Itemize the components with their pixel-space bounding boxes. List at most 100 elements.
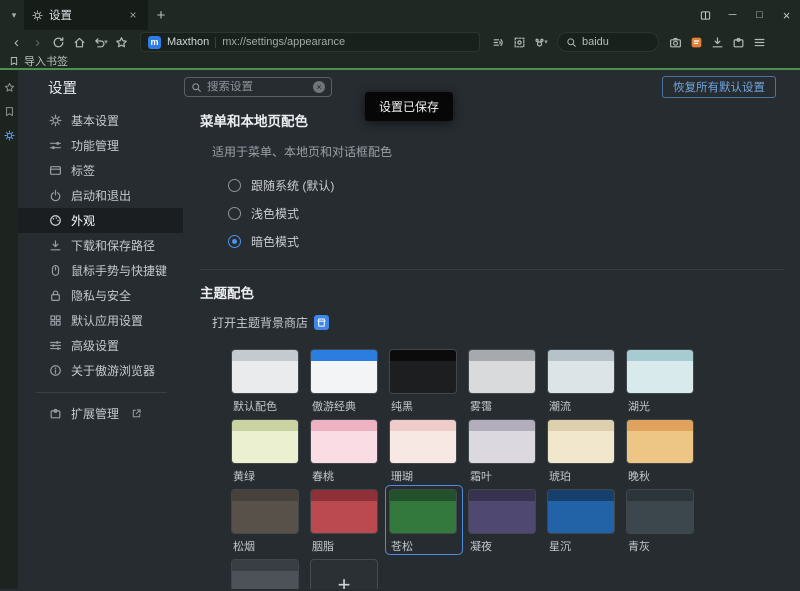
theme-card[interactable]: 晚秋 — [622, 415, 700, 485]
sidebar-item-label: 关于傲游浏览器 — [71, 362, 155, 379]
theme-card[interactable]: 暗夜 — [227, 555, 305, 589]
theme-swatch-topbar — [390, 420, 456, 431]
sidebar-item-download[interactable]: 下载和保存路径 — [18, 233, 183, 258]
sidebar-item-label: 高级设置 — [71, 337, 119, 354]
notes-button[interactable] — [686, 32, 707, 53]
theme-swatch-body — [390, 501, 456, 534]
skin-caret-icon: ▾ — [544, 38, 548, 46]
tab-close-icon[interactable]: × — [126, 8, 140, 22]
sidebar-item-info[interactable]: 关于傲游浏览器 — [18, 358, 183, 383]
toast-saved: 设置已保存 — [365, 92, 453, 121]
address-bar[interactable]: m Maxthon mx://settings/appearance — [140, 32, 480, 52]
tab-list-chevron-icon[interactable]: ▾ — [4, 5, 24, 25]
theme-card[interactable]: 琥珀 — [543, 415, 621, 485]
restore-defaults-button[interactable]: 恢复所有默认设置 — [662, 76, 776, 98]
theme-card[interactable]: 雾霭 — [464, 345, 542, 415]
theme-card[interactable]: 星沉 — [543, 485, 621, 555]
theme-swatch — [310, 349, 378, 394]
read-aloud-button[interactable] — [488, 32, 509, 53]
sidebar-item-apps[interactable]: 默认应用设置 — [18, 308, 183, 333]
theme-store-link[interactable]: 打开主题背景商店 — [212, 314, 329, 331]
downloads-button[interactable] — [707, 32, 728, 53]
new-tab-button[interactable]: + — [148, 1, 174, 29]
settings-rail-icon[interactable] — [4, 130, 15, 141]
color-mode-option[interactable]: 浅色模式 — [228, 199, 784, 227]
sidebar-item-label: 标签 — [71, 162, 95, 179]
theme-card[interactable]: 胭脂 — [306, 485, 384, 555]
theme-name: 湖光 — [628, 398, 696, 414]
undo-closed-tab-button[interactable]: ▾ — [90, 32, 111, 53]
theme-card[interactable]: 松烟 — [227, 485, 305, 555]
snapshot-button[interactable] — [509, 32, 530, 53]
theme-card[interactable]: 默认配色 — [227, 345, 305, 415]
forward-button[interactable]: › — [27, 32, 48, 53]
theme-card[interactable]: 苍松 — [385, 485, 463, 555]
sidebar-item-gear[interactable]: 基本设置 — [18, 108, 183, 133]
back-button[interactable]: ‹ — [6, 32, 27, 53]
favorites-rail-icon[interactable] — [4, 82, 15, 93]
theme-name: 松烟 — [233, 538, 301, 554]
theme-card[interactable]: 青灰 — [622, 485, 700, 555]
theme-swatch — [547, 349, 615, 394]
import-bookmarks-link[interactable]: 导入书签 — [24, 53, 68, 69]
screenshot-button[interactable] — [665, 32, 686, 53]
theme-card[interactable]: 春桃 — [306, 415, 384, 485]
theme-card[interactable]: 湖光 — [622, 345, 700, 415]
sidebar-item-sliders[interactable]: 高级设置 — [18, 333, 183, 358]
color-mode-option[interactable]: 暗色模式 — [228, 227, 784, 255]
sidebar-item-label: 外观 — [71, 212, 95, 229]
theme-swatch-topbar — [232, 420, 298, 431]
home-button[interactable] — [69, 32, 90, 53]
sidebar-item-label: 隐私与安全 — [71, 287, 131, 304]
favorite-star-button[interactable] — [111, 32, 132, 53]
sidebar-item-toggles[interactable]: 功能管理 — [18, 133, 183, 158]
theme-section: 主题配色 打开主题背景商店 默认配色傲游经典纯黑雾霭潮流湖光黄绿春桃珊瑚霜叶琥珀… — [200, 269, 784, 589]
sidebar-item-extensions[interactable]: 扩展管理 — [18, 401, 183, 426]
theme-card[interactable]: 凝夜 — [464, 485, 542, 555]
theme-swatch — [626, 349, 694, 394]
theme-swatch-topbar — [548, 350, 614, 361]
collections-rail-icon[interactable] — [4, 106, 15, 117]
main-menu-button[interactable] — [749, 32, 770, 53]
tab-settings[interactable]: 设置 × — [24, 0, 148, 30]
add-theme-card[interactable]: + — [306, 555, 384, 589]
sidebar-item-palette[interactable]: 外观 — [18, 208, 183, 233]
theme-store-icon[interactable] — [314, 315, 329, 330]
sidebar-item-lock[interactable]: 隐私与安全 — [18, 283, 183, 308]
skin-button[interactable]: ▾ — [530, 32, 551, 53]
theme-swatch-topbar — [232, 490, 298, 501]
radio-label: 暗色模式 — [251, 233, 299, 250]
theme-card[interactable]: 傲游经典 — [306, 345, 384, 415]
sidebar-item-tab[interactable]: 标签 — [18, 158, 183, 183]
color-mode-options: 跟随系统 (默认)浅色模式暗色模式 — [228, 171, 784, 255]
close-button[interactable]: × — [773, 0, 800, 30]
sidebar-item-power[interactable]: 启动和退出 — [18, 183, 183, 208]
download-icon — [48, 239, 62, 252]
theme-swatch-body — [627, 361, 693, 394]
sidebar-item-mouse[interactable]: 鼠标手势与快捷键 — [18, 258, 183, 283]
theme-card[interactable]: 黄绿 — [227, 415, 305, 485]
theme-card[interactable]: 纯黑 — [385, 345, 463, 415]
theme-swatch — [626, 489, 694, 534]
clear-search-icon[interactable]: × — [313, 81, 325, 93]
extensions-button[interactable] — [728, 32, 749, 53]
settings-search-input[interactable] — [207, 81, 308, 93]
theme-card[interactable]: 珊瑚 — [385, 415, 463, 485]
color-mode-option[interactable]: 跟随系统 (默认) — [228, 171, 784, 199]
theme-card[interactable]: 霜叶 — [464, 415, 542, 485]
theme-store-text: 打开主题背景商店 — [212, 314, 308, 331]
theme-card[interactable]: 潮流 — [543, 345, 621, 415]
address-divider — [215, 37, 216, 48]
refresh-button[interactable] — [48, 32, 69, 53]
theme-swatch — [310, 489, 378, 534]
minimize-button[interactable]: ─ — [719, 0, 746, 30]
maximize-button[interactable]: □ — [746, 0, 773, 30]
theme-swatch — [231, 349, 299, 394]
menu-icon — [753, 36, 766, 49]
tab-icon — [48, 164, 62, 177]
quick-search-box[interactable]: baidu — [557, 32, 659, 52]
theme-name: 胭脂 — [312, 538, 380, 554]
split-panel-icon[interactable] — [692, 0, 719, 30]
url-text: mx://settings/appearance — [222, 36, 345, 48]
apps-icon — [48, 314, 62, 327]
